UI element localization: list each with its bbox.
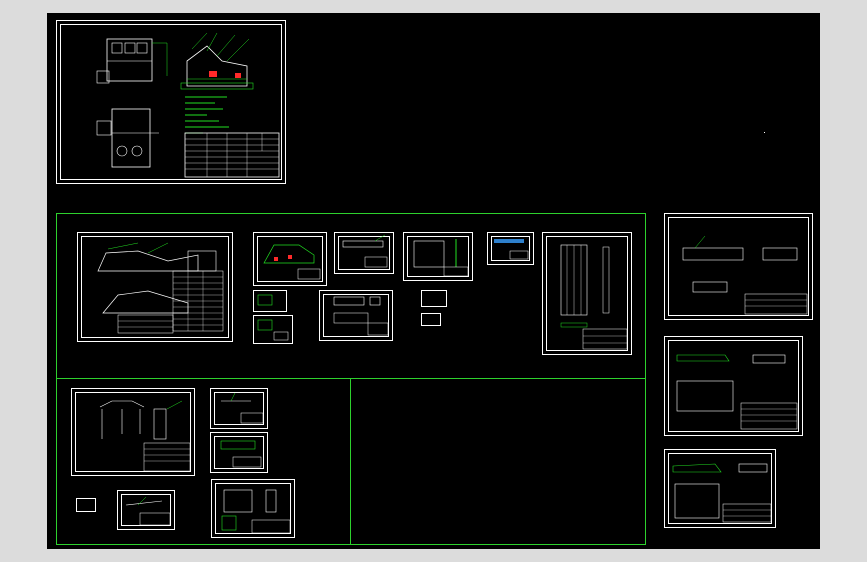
sheet-right-01[interactable] <box>664 213 813 320</box>
sheet-support-assembly[interactable] <box>71 388 195 476</box>
sheet-part-09[interactable] <box>421 313 441 326</box>
sheet-part-10[interactable] <box>210 388 268 429</box>
sheet-part-07[interactable] <box>319 290 393 341</box>
sheet-part-04[interactable] <box>487 232 534 265</box>
sheet-part-05[interactable] <box>253 290 287 312</box>
group-divider-vertical <box>350 378 351 544</box>
sheet-right-02[interactable] <box>664 336 803 436</box>
frame-assembly-drawing <box>97 242 224 334</box>
sheet-right-03[interactable] <box>664 449 776 528</box>
assembly-sheet[interactable] <box>56 20 286 184</box>
sheet-part-11[interactable] <box>210 432 268 473</box>
sheet-part-12[interactable] <box>117 490 175 530</box>
sheet-part-08[interactable] <box>421 290 447 307</box>
stray-point <box>764 132 765 133</box>
sheet-part-06[interactable] <box>253 315 293 344</box>
sheet-part-02[interactable] <box>334 232 394 274</box>
drawing-canvas[interactable] <box>47 13 820 549</box>
sheet-part-13[interactable] <box>211 479 295 538</box>
sheet-side-panel[interactable] <box>542 232 632 355</box>
sheet-frame-assembly[interactable] <box>77 232 233 342</box>
sheet-part-01[interactable] <box>253 232 327 286</box>
sheet-part-14[interactable] <box>76 498 96 512</box>
assembly-drawing <box>96 32 280 178</box>
sheet-part-03[interactable] <box>403 232 473 281</box>
